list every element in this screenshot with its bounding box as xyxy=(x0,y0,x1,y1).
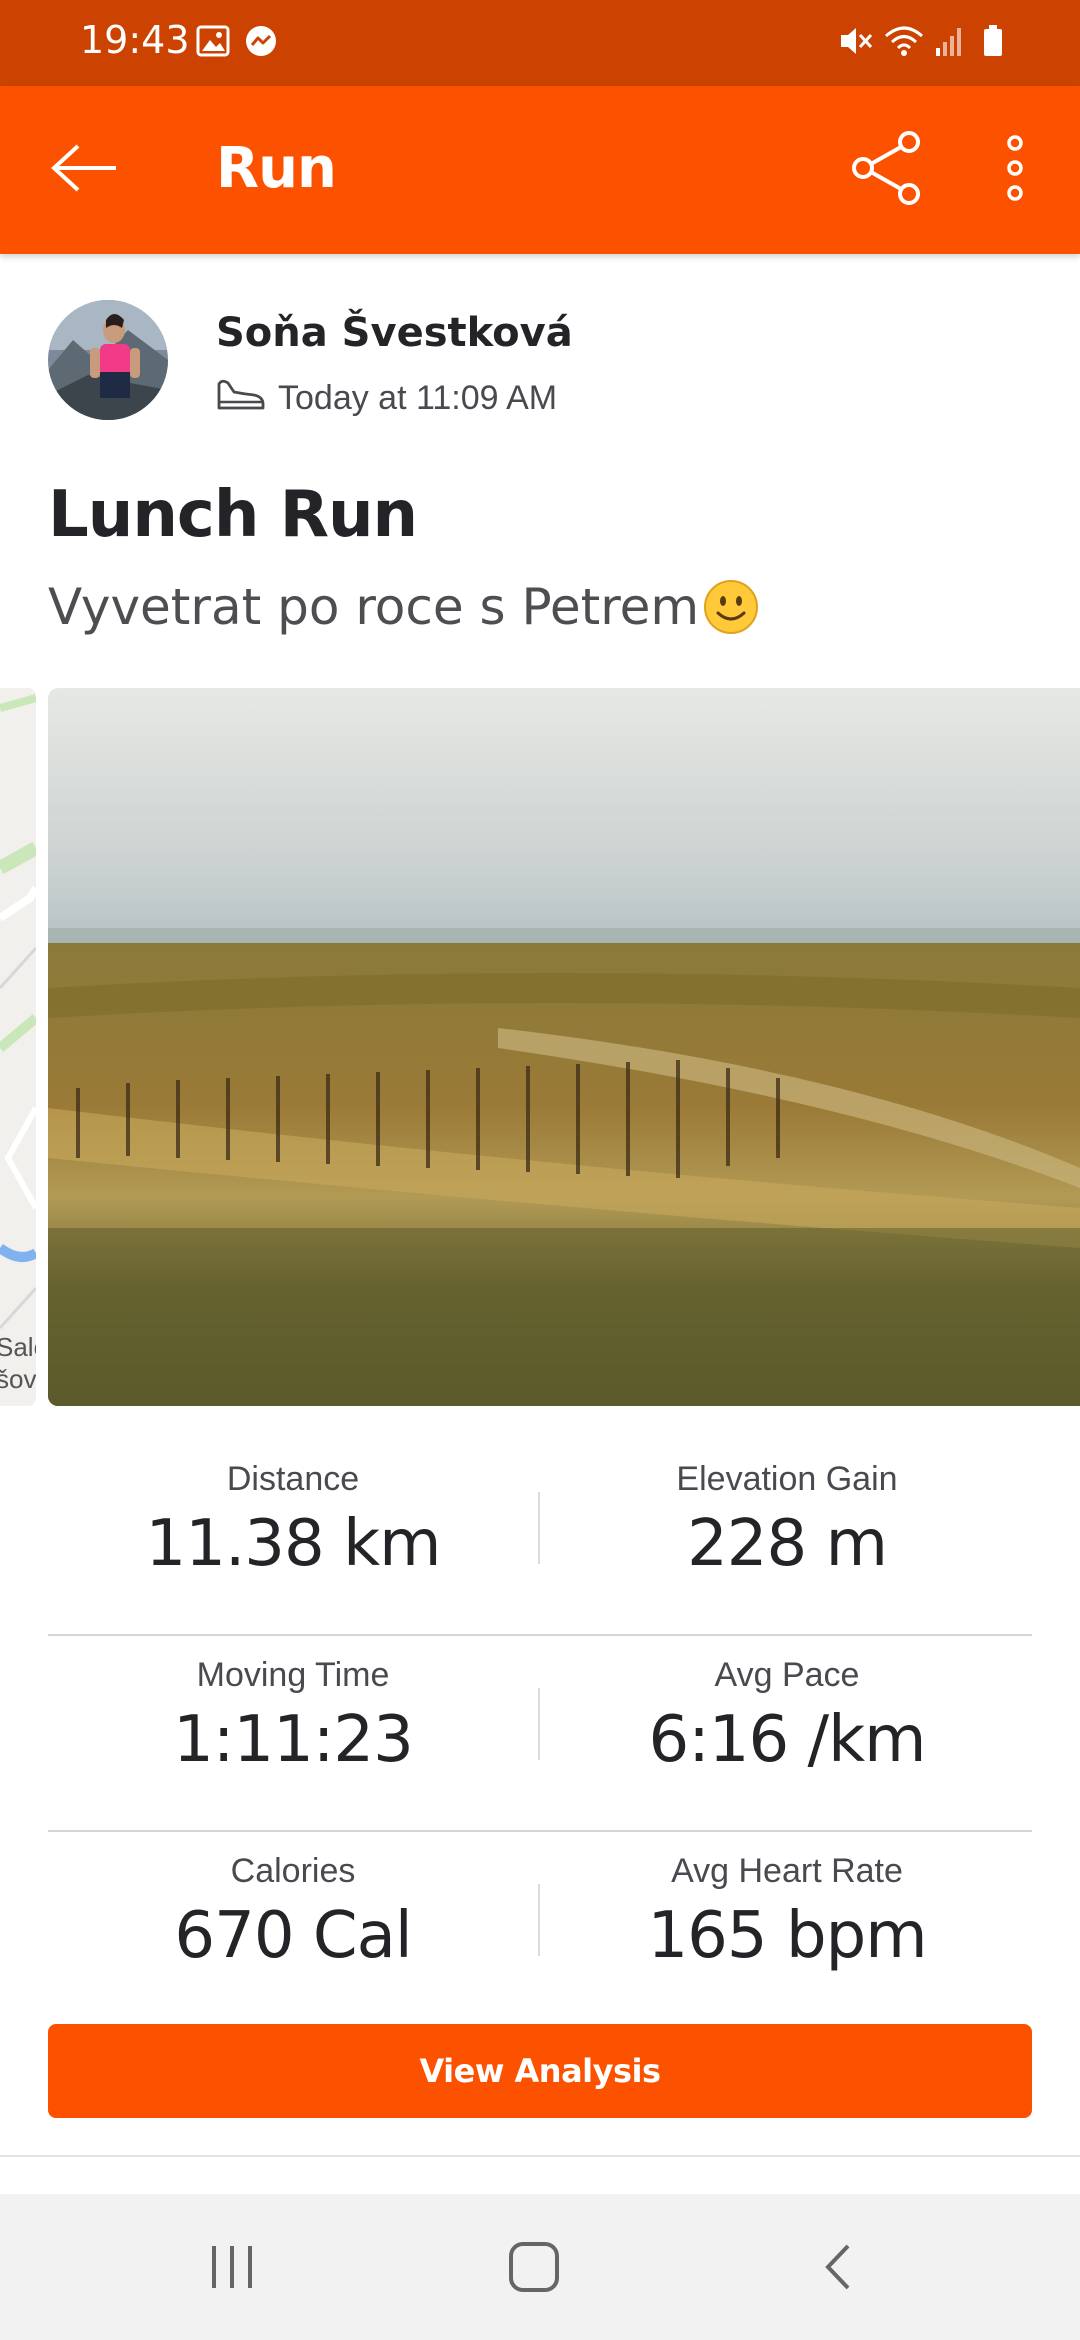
back-button[interactable] xyxy=(40,130,130,210)
view-analysis-button[interactable]: View Analysis xyxy=(48,2024,1032,2118)
home-icon xyxy=(508,2241,560,2298)
recents-icon xyxy=(208,2244,256,2295)
app-bar: Run xyxy=(0,86,1080,254)
avatar[interactable] xyxy=(48,300,168,420)
stats-grid: Distance 11.38 km Elevation Gain 228 m M… xyxy=(48,1440,1032,2026)
activity-photo[interactable] xyxy=(48,688,1080,1406)
back-chevron-icon xyxy=(822,2243,854,2296)
page-title: Run xyxy=(216,136,337,201)
stat-divider xyxy=(538,1492,540,1564)
status-time: 19:43 xyxy=(80,18,190,62)
athlete-name[interactable]: Soňa Švestková xyxy=(216,310,573,356)
activity-meta: Today at 11:09 AM xyxy=(216,376,557,421)
activity-description: Vyvetrat po roce s Petrem xyxy=(48,578,759,636)
stat-value: 165 bpm xyxy=(647,1899,927,1973)
stat-moving-time: Moving Time 1:11:23 xyxy=(48,1656,538,1777)
activity-timestamp: Today at 11:09 AM xyxy=(278,379,558,417)
stat-divider xyxy=(538,1884,540,1956)
signal-icon xyxy=(934,24,964,63)
more-options-button[interactable] xyxy=(980,126,1050,214)
activity-title: Lunch Run xyxy=(48,478,418,552)
gallery-icon xyxy=(196,24,230,63)
recents-button[interactable] xyxy=(182,2234,282,2304)
map-thumbnail[interactable]: Salc šov xyxy=(0,688,36,1406)
stat-value: 1:11:23 xyxy=(173,1703,414,1777)
stats-row: Moving Time 1:11:23 Avg Pace 6:16 /km xyxy=(48,1636,1032,1832)
stat-value: 11.38 km xyxy=(145,1507,442,1581)
svg-text:šov: šov xyxy=(0,1364,36,1394)
stat-divider xyxy=(538,1688,540,1760)
stat-calories: Calories 670 Cal xyxy=(48,1852,538,1973)
stat-distance: Distance 11.38 km xyxy=(48,1460,538,1581)
svg-text:Salc: Salc xyxy=(0,1332,36,1362)
stat-label: Avg Heart Rate xyxy=(671,1852,903,1890)
battery-icon xyxy=(982,24,1004,63)
stat-label: Calories xyxy=(230,1852,356,1890)
system-nav-bar xyxy=(0,2194,1080,2340)
mute-icon xyxy=(838,24,874,63)
stat-value: 670 Cal xyxy=(174,1899,412,1973)
stat-avg-heart-rate: Avg Heart Rate 165 bpm xyxy=(542,1852,1032,1973)
messenger-icon xyxy=(244,24,278,63)
system-back-button[interactable] xyxy=(788,2234,888,2304)
section-divider xyxy=(0,2155,1080,2157)
activity-description-text: Vyvetrat po roce s Petrem xyxy=(48,578,700,636)
more-vertical-icon xyxy=(1005,134,1025,206)
stat-avg-pace: Avg Pace 6:16 /km xyxy=(542,1656,1032,1777)
stat-label: Avg Pace xyxy=(714,1656,860,1694)
stats-row: Distance 11.38 km Elevation Gain 228 m xyxy=(48,1440,1032,1636)
shoe-icon xyxy=(216,376,278,421)
arrow-left-icon xyxy=(50,143,120,198)
stat-elevation-gain: Elevation Gain 228 m xyxy=(542,1460,1032,1581)
stat-value: 6:16 /km xyxy=(648,1703,926,1777)
wifi-icon xyxy=(884,24,924,63)
athlete-header: Soňa Švestková Today at 11:09 AM xyxy=(48,300,1048,430)
stat-value: 228 m xyxy=(687,1507,888,1581)
status-bar: 19:43 xyxy=(0,0,1080,86)
stat-label: Distance xyxy=(226,1460,360,1498)
home-button[interactable] xyxy=(484,2234,584,2304)
share-icon xyxy=(851,130,923,211)
stats-row: Calories 670 Cal Avg Heart Rate 165 bpm xyxy=(48,1832,1032,2026)
share-button[interactable] xyxy=(846,126,928,214)
stat-label: Elevation Gain xyxy=(676,1460,898,1498)
smiley-icon xyxy=(703,579,759,635)
stat-label: Moving Time xyxy=(196,1656,390,1694)
